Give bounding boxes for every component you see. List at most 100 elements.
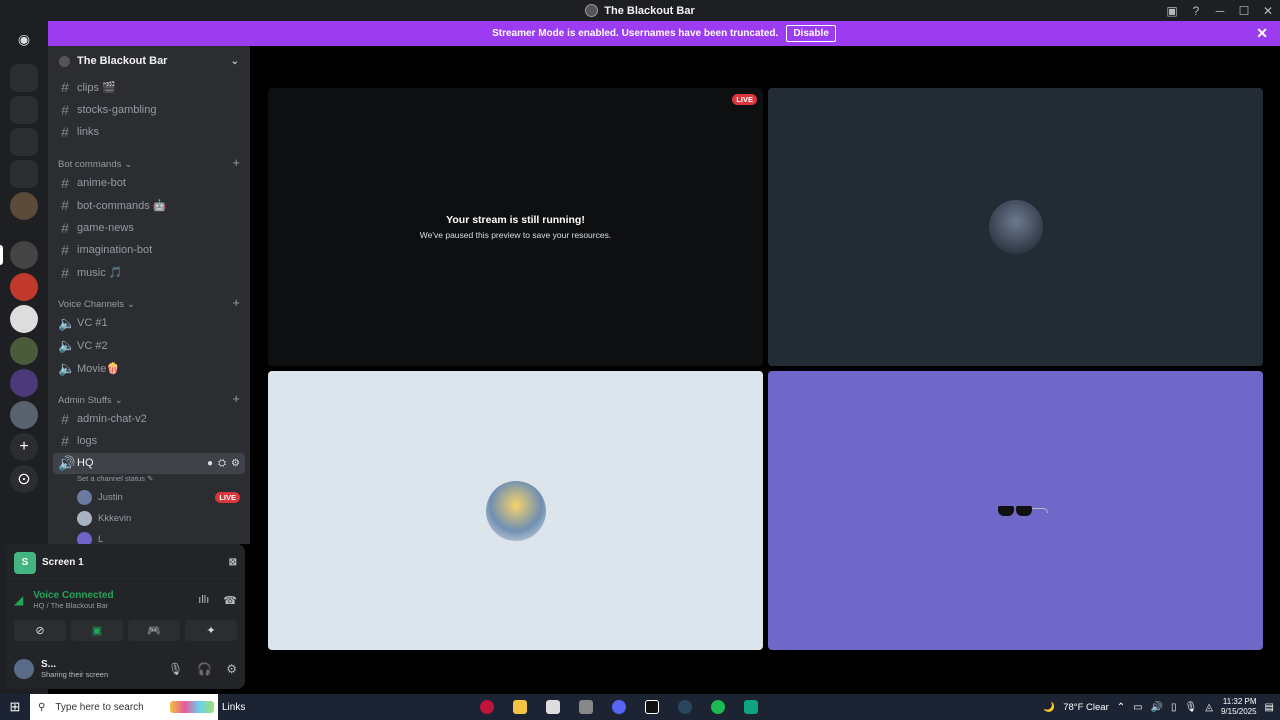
signal-icon[interactable]: ◢ [14, 593, 23, 607]
avatar[interactable] [14, 659, 34, 679]
microphone-icon[interactable]: 🎙 [1185, 702, 1198, 713]
notifications-icon[interactable]: ▤ [1265, 702, 1274, 713]
channel-links[interactable]: # links [48, 121, 250, 144]
weather-text[interactable]: 78°F Clear [1063, 702, 1109, 713]
voice-channel-vc2[interactable]: 🔈 VC #2 [48, 335, 250, 358]
voice-user[interactable]: L [48, 529, 250, 545]
taskbar-app-store[interactable] [536, 694, 569, 720]
window-title-text: The Blackout Bar [604, 4, 695, 17]
hash-icon: # [61, 410, 69, 427]
user-name[interactable]: S... [41, 659, 108, 670]
taskbar-app-minecraft[interactable] [569, 694, 602, 720]
soundboard-button[interactable]: ✦ [185, 620, 237, 641]
channel-anime-bot[interactable]: # anime-bot [48, 172, 250, 195]
category-bot-commands[interactable]: Bot commands ⌄ + [48, 152, 250, 172]
maximize-button[interactable]: ☐ [1232, 0, 1256, 21]
chat-bubble-icon[interactable]: ● [207, 458, 213, 469]
voice-user[interactable]: Justin LIVE [48, 487, 250, 508]
channel-bot-commands[interactable]: # bot-commands 🤖 [48, 194, 250, 217]
taskbar-app-file-explorer[interactable] [503, 694, 536, 720]
gear-icon[interactable]: ⚙ [231, 458, 240, 469]
server-folder[interactable] [10, 64, 38, 92]
add-server-button[interactable]: + [10, 433, 38, 461]
taskbar-app-steam[interactable] [668, 694, 701, 720]
server-icon[interactable] [10, 337, 38, 365]
disable-streamer-mode-button[interactable]: Disable [786, 25, 836, 42]
activities-button[interactable]: 🎮 [128, 620, 180, 641]
voice-user-name: Justin [98, 491, 123, 503]
voice-channel-vc1[interactable]: 🔈 VC #1 [48, 312, 250, 335]
headphones-icon[interactable]: 🎧 [197, 662, 212, 676]
voice-connected-text[interactable]: Voice Connected [33, 590, 113, 601]
close-window-button[interactable]: ✕ [1256, 0, 1280, 21]
category-admin-stuffs[interactable]: Admin Stuffs ⌄ + [48, 388, 250, 408]
add-channel-icon[interactable]: + [232, 155, 240, 170]
voice-channel-hq[interactable]: 🔊 HQ ● ⛭ ⚙ [53, 452, 245, 474]
channel-game-news[interactable]: # game-news [48, 217, 250, 240]
channel-imagination-bot[interactable]: # imagination-bot [48, 239, 250, 262]
server-icon[interactable] [10, 401, 38, 429]
clock[interactable]: 11:32 PM 9/15/2025 [1221, 697, 1257, 717]
home-button[interactable]: ◉ [10, 25, 38, 53]
voice-user[interactable]: Kkkevin [48, 508, 250, 529]
microphone-icon[interactable]: 🎙 [168, 662, 183, 676]
channel-clips[interactable]: # clips 🎬 [48, 76, 250, 99]
soundboard-icon: ✦ [206, 625, 216, 637]
banner-message: Streamer Mode is enabled. Usernames have… [492, 28, 779, 39]
noise-suppression-icon[interactable]: ıllı [198, 594, 209, 607]
server-folder[interactable] [10, 160, 38, 188]
help-icon[interactable]: ? [1184, 0, 1208, 21]
taskbar-app-capcut[interactable] [635, 694, 668, 720]
chevron-up-icon[interactable]: ⌃ [1117, 702, 1125, 713]
participant-tile[interactable] [768, 88, 1263, 366]
stream-tile[interactable]: LIVE Your stream is still running! We've… [268, 88, 763, 366]
channel-stocks-gambling[interactable]: # stocks-gambling [48, 99, 250, 122]
camera-off-button[interactable]: ⊘ [14, 620, 66, 641]
explore-servers-button[interactable]: ⊙ [10, 465, 38, 493]
server-icon[interactable] [10, 273, 38, 301]
close-banner-icon[interactable]: ✕ [1256, 25, 1268, 42]
channel-admin-chat-v2[interactable]: # admin-chat-v2 [48, 408, 250, 431]
voice-user-name: L [98, 533, 104, 545]
channel-status[interactable]: Set a channel status ✎ [48, 474, 250, 487]
add-channel-icon[interactable]: + [232, 295, 240, 310]
hash-icon: # [61, 264, 69, 281]
volume-icon[interactable]: 🔊 [1151, 702, 1163, 713]
server-folder[interactable] [10, 96, 38, 124]
stop-screen-share-icon[interactable]: ⊠ [229, 557, 237, 568]
selected-server-indicator [0, 245, 3, 265]
taskbar-app-chatgpt[interactable] [734, 694, 767, 720]
voice-location-text[interactable]: HQ / The Blackout Bar [33, 601, 113, 610]
minimize-button[interactable]: ─ [1208, 0, 1232, 21]
taskbar-app-spotify[interactable] [701, 694, 734, 720]
inbox-icon[interactable]: ▣ [1160, 0, 1184, 21]
server-icon[interactable] [10, 192, 38, 220]
invite-icon[interactable]: ⛭ [218, 458, 226, 469]
location-icon[interactable]: ◬ [1205, 702, 1213, 713]
taskbar-search[interactable]: ⚲ Type here to search [30, 694, 218, 720]
participant-tile[interactable] [268, 371, 763, 650]
battery-icon[interactable]: ▯ [1171, 702, 1177, 713]
screen-share-row[interactable]: S Screen 1 ⊠ [6, 544, 245, 582]
network-icon[interactable]: ▭ [1133, 702, 1142, 713]
participant-tile[interactable] [768, 371, 1263, 650]
server-icon[interactable] [10, 369, 38, 397]
server-icon-blackout-bar[interactable] [10, 241, 38, 269]
add-channel-icon[interactable]: + [232, 391, 240, 406]
links-toolbar[interactable]: Links [222, 702, 252, 713]
screen-share-button[interactable]: ▣ [71, 620, 123, 641]
gear-icon[interactable]: ⚙ [226, 662, 237, 676]
server-folder[interactable] [10, 128, 38, 156]
taskbar-app-opera[interactable] [470, 694, 503, 720]
speaker-icon: 🔈 [58, 337, 76, 354]
server-header[interactable]: The Blackout Bar ⌄ [48, 46, 250, 76]
title-bar-controls: ▣ ? ─ ☐ ✕ [1160, 0, 1280, 21]
start-button[interactable]: ⊞ [0, 694, 30, 720]
channel-music[interactable]: # music 🎵 [48, 262, 250, 285]
category-voice-channels[interactable]: Voice Channels ⌄ + [48, 292, 250, 312]
server-icon[interactable] [10, 305, 38, 333]
disconnect-icon[interactable]: ☎ [223, 594, 237, 607]
taskbar-app-discord[interactable] [602, 694, 635, 720]
channel-logs[interactable]: # logs [48, 430, 250, 453]
voice-channel-movie[interactable]: 🔈 Movie🍿 [48, 357, 250, 380]
